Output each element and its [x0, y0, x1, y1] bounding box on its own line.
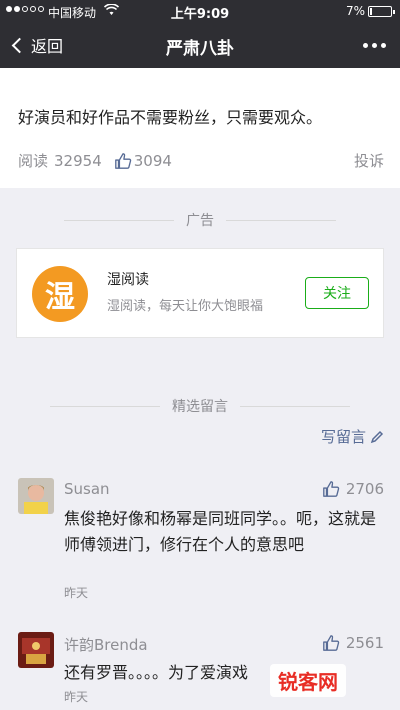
- write-comment-button[interactable]: 写留言: [321, 426, 384, 447]
- article-like-button[interactable]: 3094: [114, 152, 172, 170]
- read-label: 阅读: [18, 152, 49, 170]
- comments-section-title: 精选留言: [172, 399, 228, 415]
- comment-text: 焦俊艳好像和杨幂是同班同学。。呃，这就是师傅领进门，修行在个人的意思吧: [64, 509, 377, 554]
- comment-like-button[interactable]: 2706: [322, 480, 384, 498]
- avatar[interactable]: [18, 632, 54, 668]
- ad-name: 湿阅读: [107, 272, 149, 288]
- comment-like-count: 2706: [345, 480, 384, 498]
- thumbs-up-icon: [322, 481, 340, 497]
- more-options-icon[interactable]: [363, 43, 386, 48]
- battery-percent: 7%: [346, 4, 366, 18]
- ad-section-title: 广告: [186, 213, 214, 229]
- comment-like-button[interactable]: 2561: [322, 634, 384, 652]
- comment-like-count: 2561: [345, 634, 384, 652]
- navigation-bar: 返回 严肃八卦: [0, 22, 400, 68]
- write-comment-label: 写留言: [320, 428, 366, 446]
- ad-logo: 湿: [32, 266, 88, 322]
- ad-section-divider: 广告: [0, 210, 400, 230]
- follow-button[interactable]: 关注: [305, 277, 369, 309]
- clock: 上午9:09: [170, 7, 230, 22]
- site-watermark: 锐客网: [270, 664, 346, 697]
- comment-time: 昨天: [64, 586, 89, 600]
- avatar[interactable]: [18, 478, 54, 514]
- article-card: 好演员和好作品不需要粉丝，只需要观众。 阅读 32954 3094 投诉: [0, 68, 400, 188]
- back-button[interactable]: 返回: [10, 33, 63, 57]
- thumbs-up-icon: [322, 635, 340, 651]
- comments-section-divider: 精选留言: [0, 396, 400, 416]
- chevron-left-icon: [11, 37, 28, 53]
- article-stats: 阅读 32954 3094: [18, 150, 172, 171]
- article-text: 好演员和好作品不需要粉丝，只需要观众。: [18, 108, 323, 127]
- ad-description: 湿阅读，每天让你大饱眼福: [107, 299, 264, 314]
- back-label: 返回: [31, 37, 64, 56]
- comment-time: 昨天: [64, 690, 89, 704]
- comment-item: Susan 2706 焦俊艳好像和杨幂是同班同学。。呃，这就是师傅领进门，修行在…: [0, 478, 400, 606]
- status-bar: 中国移动 上午9:09 7%: [0, 0, 400, 22]
- comment-author[interactable]: Susan: [64, 480, 110, 498]
- thumbs-up-icon: [114, 152, 131, 169]
- pencil-icon: [370, 430, 384, 443]
- comment-author[interactable]: 许韵Brenda: [64, 634, 148, 655]
- read-count: 32954: [54, 151, 102, 170]
- like-count: 3094: [133, 151, 172, 170]
- battery-icon: [368, 6, 395, 17]
- ad-card[interactable]: 湿 湿阅读 湿阅读，每天让你大饱眼福 关注: [16, 248, 384, 338]
- report-link[interactable]: 投诉: [354, 150, 384, 171]
